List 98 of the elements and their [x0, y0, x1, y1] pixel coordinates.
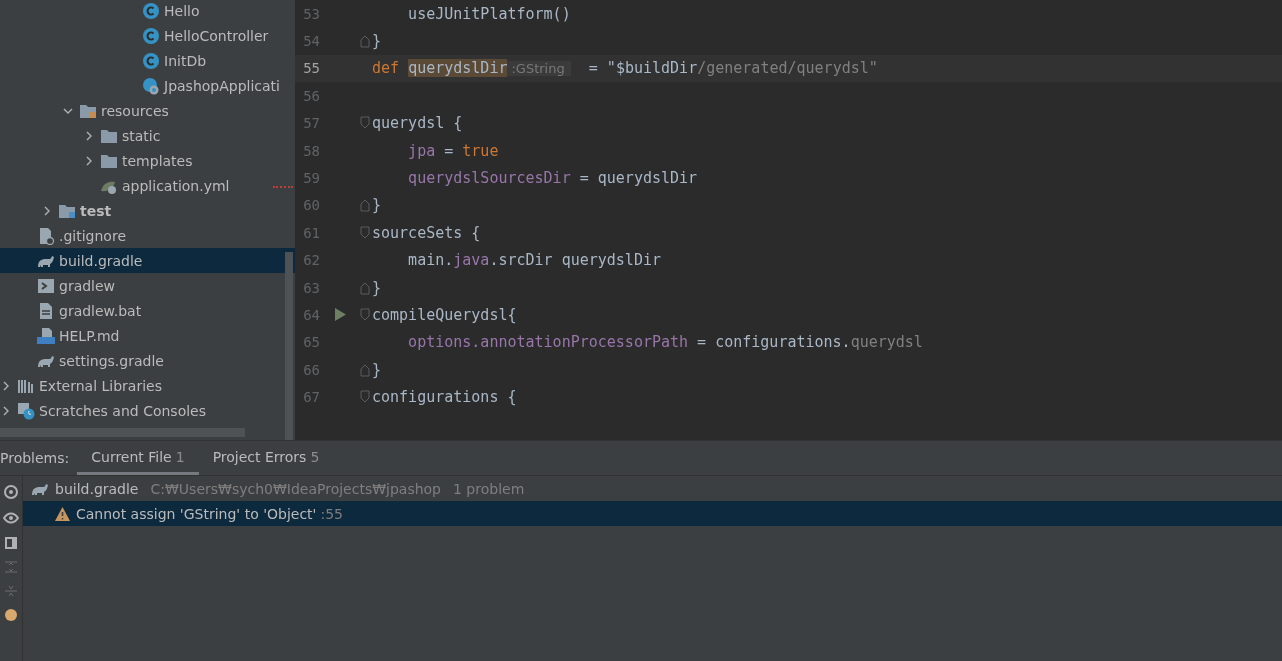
file-name: build.gradle: [55, 480, 139, 497]
panel-icon[interactable]: [4, 536, 18, 550]
tree-item[interactable]: test: [0, 198, 295, 223]
file-path: C:₩Users₩sych0₩IdeaProjects₩jpashop: [150, 480, 441, 497]
problem-message: Cannot assign 'GString' to 'Object': [76, 505, 317, 522]
tree-item[interactable]: gradlew.bat: [0, 298, 295, 323]
tree-item-label: Hello: [164, 2, 200, 19]
tree-item-label: application.yml: [122, 177, 230, 194]
code-line: querydsl {: [372, 114, 463, 133]
line-number: 67: [302, 389, 320, 406]
fold-icon[interactable]: [360, 308, 370, 322]
tree-item[interactable]: build.gradle: [0, 248, 295, 273]
line-number: 56: [302, 87, 320, 104]
tree-item-label: HelloController: [164, 27, 269, 44]
line-number: 60: [302, 197, 320, 214]
tree-item-label: test: [80, 202, 112, 219]
tree-item-label: static: [122, 127, 161, 144]
fold-icon[interactable]: [360, 280, 370, 295]
code-line: main.java.srcDir querydslDir: [407, 251, 661, 270]
scratch-clock-icon: [17, 401, 35, 420]
problems-tab[interactable]: Project Errors 5: [198, 441, 334, 475]
panel-title: Problems:: [0, 450, 70, 466]
file-blocked-icon: [37, 226, 55, 245]
class-run-icon: [142, 76, 160, 95]
code-line: }: [372, 32, 382, 51]
tree-item-label: settings.gradle: [59, 352, 164, 369]
problems-tab[interactable]: Current File 1: [77, 441, 199, 475]
tree-item-label: JpashopApplicati: [164, 77, 280, 94]
line-number: 65: [302, 334, 320, 351]
refresh-icon[interactable]: [3, 484, 19, 500]
tree-item[interactable]: resources: [0, 98, 295, 123]
code-line: configurations {: [372, 388, 517, 407]
problem-count: 1 problem: [453, 480, 525, 497]
problem-row[interactable]: Cannot assign 'GString' to 'Object' :55: [23, 501, 1282, 526]
code-line: querydslSourcesDir = querydslDir: [407, 169, 698, 188]
tree-item[interactable]: static: [0, 123, 295, 148]
line-number: 53: [302, 5, 320, 22]
run-icon[interactable]: [335, 308, 346, 322]
code-line: }: [372, 360, 382, 379]
code-line: }: [372, 196, 382, 215]
fold-icon[interactable]: [360, 390, 370, 405]
line-number: 66: [302, 361, 320, 378]
problem-file-row[interactable]: build.gradle C:₩Users₩sych0₩IdeaProjects₩jpashop 1 problem: [23, 476, 1282, 501]
tree-item[interactable]: JpashopApplicati: [0, 73, 295, 98]
line-number: 54: [302, 33, 320, 50]
line-number: 63: [302, 279, 320, 296]
fold-icon[interactable]: [360, 116, 370, 131]
line-number: 64: [302, 307, 320, 323]
bulb-icon[interactable]: [4, 608, 18, 622]
tree-item-label: gradlew: [59, 277, 116, 294]
line-number: 57: [302, 115, 320, 132]
scrollbar[interactable]: [285, 252, 293, 440]
tree-item[interactable]: Scratches and Consoles: [0, 398, 295, 423]
tree-item-label: InitDb: [164, 52, 207, 69]
line-number: 59: [302, 170, 320, 187]
fold-icon[interactable]: [360, 362, 370, 377]
code-line: }: [372, 278, 382, 297]
expand-all-icon[interactable]: [4, 560, 18, 574]
tree-item-label: resources: [101, 102, 169, 119]
line-reference: :55: [320, 505, 343, 522]
class-icon: [142, 51, 160, 70]
tree-item[interactable]: settings.gradle: [0, 348, 295, 373]
tree-item-label: build.gradle: [59, 252, 143, 269]
fold-icon[interactable]: [360, 198, 370, 213]
tree-item[interactable]: templates: [0, 148, 295, 173]
tree-item[interactable]: application.yml: [0, 173, 295, 198]
tree-item[interactable]: Hello: [0, 0, 295, 23]
tree-item[interactable]: HelloController: [0, 23, 295, 48]
code-line: def querydslDir :GString = "$buildDir/generated/querydsl": [372, 59, 878, 78]
tree-item[interactable]: InitDb: [0, 48, 295, 73]
tree-item-label: External Libraries: [39, 377, 162, 394]
line-number: 61: [302, 224, 320, 241]
class-icon: [142, 1, 160, 20]
tree-item[interactable]: External Libraries: [0, 373, 295, 398]
code-line: jpa = true: [407, 141, 499, 160]
tree-item[interactable]: gradlew: [0, 273, 295, 298]
tree-item-label: Scratches and Consoles: [39, 402, 206, 419]
line-number: 62: [302, 252, 320, 269]
markdown-file-icon: [37, 326, 55, 345]
code-line: compileQuerydsl{: [372, 306, 517, 324]
class-icon: [142, 26, 160, 45]
tree-item-label: gradlew.bat: [59, 302, 142, 319]
code-line: options.annotationProcessorPath = configurations.querydsl: [407, 333, 923, 352]
tree-item[interactable]: .gitignore: [0, 223, 295, 248]
code-line: useJUnitPlatform(): [407, 4, 571, 23]
eye-icon[interactable]: [3, 510, 19, 526]
tree-item[interactable]: HELP.md: [0, 323, 295, 348]
line-number: 55: [302, 60, 320, 77]
file-icon: [37, 301, 55, 320]
fold-icon[interactable]: [360, 34, 370, 49]
code-line: sourceSets {: [372, 223, 481, 242]
terminal-icon: [37, 276, 55, 295]
line-number: 58: [302, 142, 320, 159]
tree-item-label: .gitignore: [59, 227, 126, 244]
tree-item-label: templates: [122, 152, 193, 169]
tree-item-label: HELP.md: [59, 327, 120, 344]
fold-icon[interactable]: [360, 225, 370, 240]
collapse-all-icon[interactable]: [4, 584, 18, 598]
